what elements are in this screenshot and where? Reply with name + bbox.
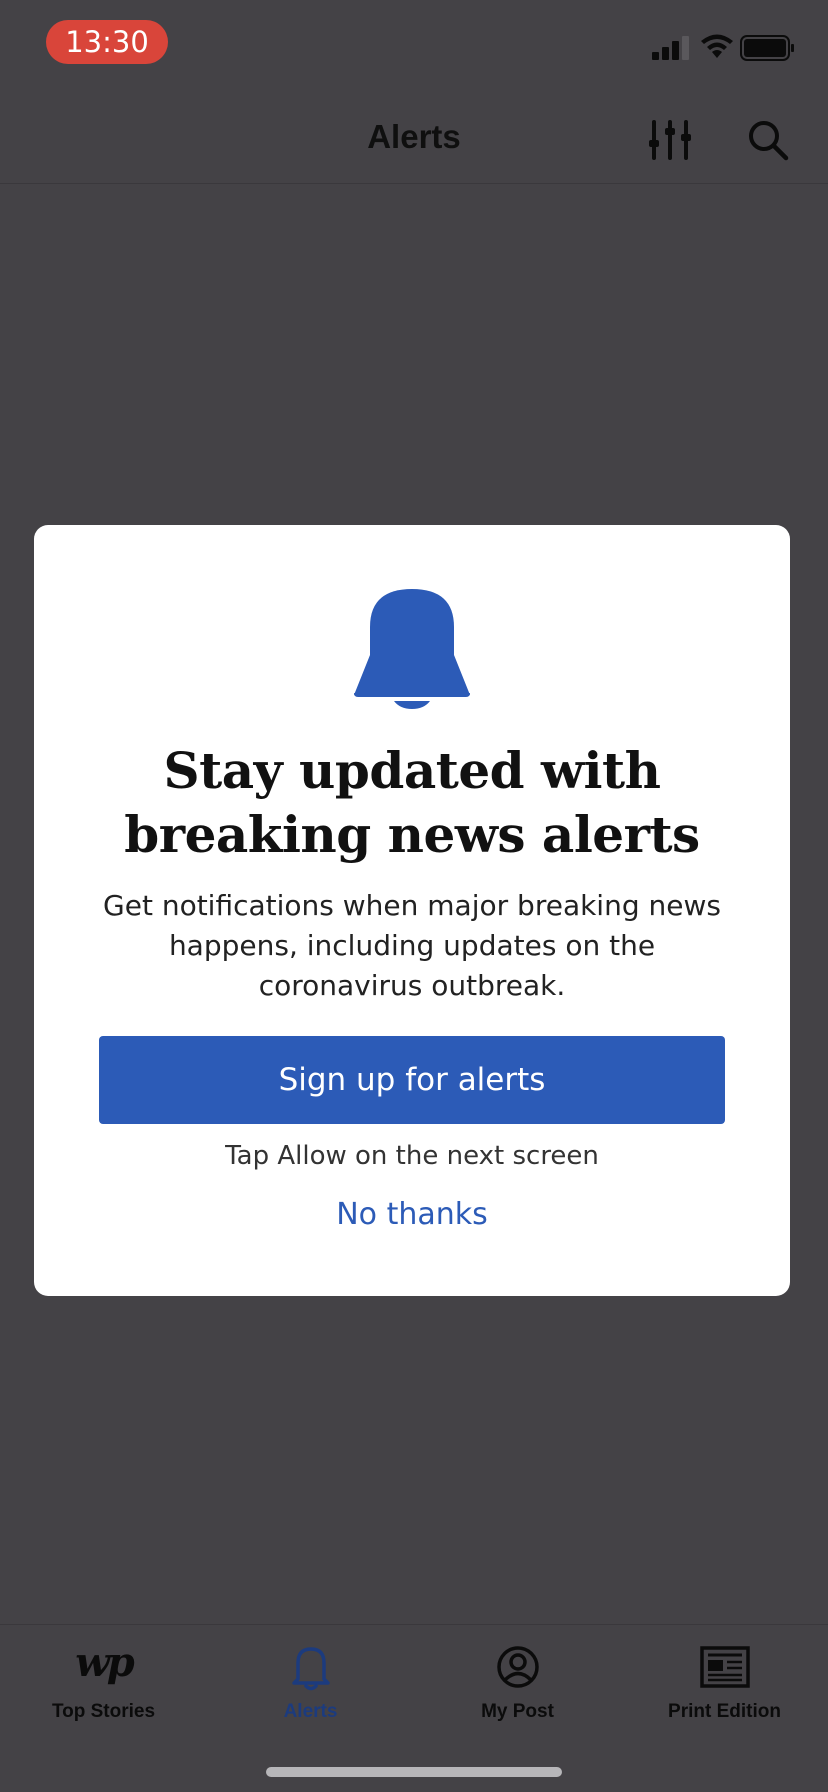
dialog-title-line: breaking news alerts — [124, 805, 700, 864]
filter-sliders-icon[interactable] — [648, 118, 692, 162]
status-time: 13:30 — [46, 20, 168, 64]
tab-label: My Post — [481, 1701, 554, 1722]
account-icon — [496, 1646, 539, 1688]
allow-hint-text: Tap Allow on the next screen — [225, 1141, 599, 1171]
tab-print-edition[interactable]: Print Edition — [621, 1625, 828, 1735]
nav-bar: Alerts — [0, 88, 828, 184]
tab-my-post[interactable]: My Post — [414, 1625, 621, 1735]
dialog-title: Stay updated with breaking news alerts — [64, 739, 760, 867]
tab-top-stories[interactable]: wp Top Stories — [0, 1625, 207, 1735]
dialog-title-line: Stay updated with — [163, 741, 662, 800]
tab-alerts[interactable]: Alerts — [207, 1625, 414, 1735]
sign-up-for-alerts-button[interactable]: Sign up for alerts — [99, 1036, 725, 1124]
tab-label: Print Edition — [668, 1701, 781, 1722]
dialog-description-line: happens, including updates on the — [168, 929, 656, 962]
home-indicator[interactable] — [266, 1767, 562, 1777]
wifi-icon — [701, 34, 733, 58]
bell-icon — [354, 589, 470, 709]
bell-icon — [291, 1647, 330, 1691]
battery-icon — [740, 35, 794, 61]
tab-label: Top Stories — [51, 1701, 156, 1722]
dialog-description-line: Get notifications when major breaking ne… — [103, 889, 721, 922]
wp-logo-icon: wp — [75, 1639, 134, 1686]
dialog-description-line: coronavirus outbreak. — [258, 969, 566, 1002]
no-thanks-link[interactable]: No thanks — [34, 1197, 790, 1232]
newspaper-icon — [699, 1646, 750, 1688]
status-bar: 13:30 — [0, 0, 828, 88]
alerts-signup-dialog: Stay updated with breaking news alerts G… — [34, 525, 790, 1296]
tab-label: Alerts — [283, 1701, 338, 1722]
page-title: Alerts — [367, 118, 461, 155]
cellular-signal-icon — [652, 36, 689, 60]
search-icon[interactable] — [746, 118, 790, 162]
dialog-description: Get notifications when major breaking ne… — [74, 886, 750, 1006]
